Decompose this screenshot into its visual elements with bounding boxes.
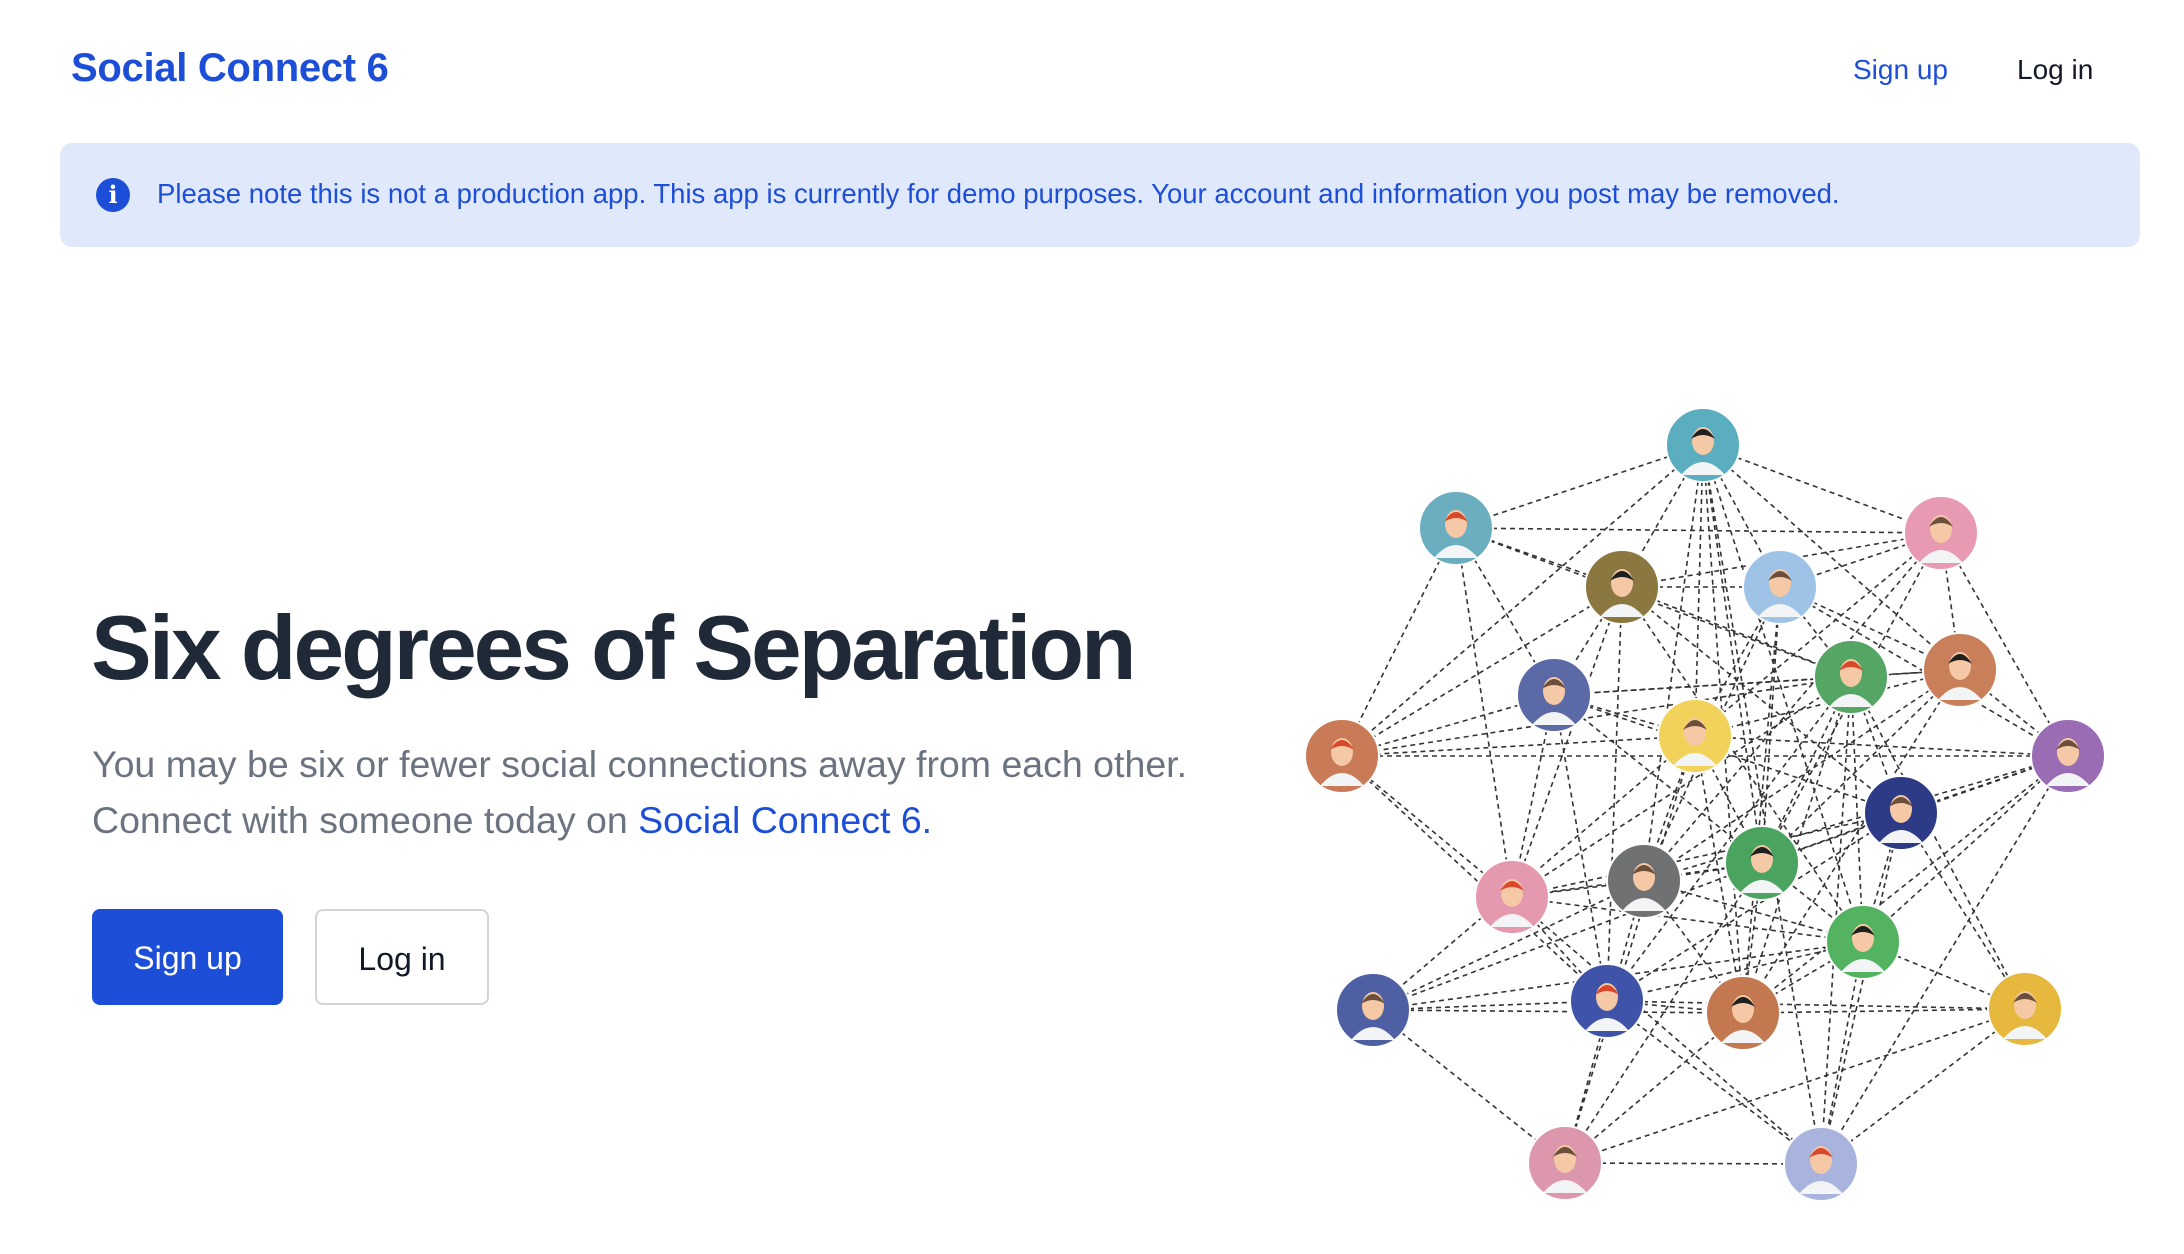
hero-description: You may be six or fewer social connectio… [92, 736, 1292, 848]
person-avatar-icon [1418, 490, 1494, 566]
person-avatar-icon [1922, 632, 1998, 708]
person-avatar-icon [1863, 775, 1939, 851]
connection-line [1820, 812, 1902, 1165]
connection-line [1564, 735, 1696, 1164]
person-avatar-icon [1584, 549, 1660, 625]
person-avatar-icon [1987, 971, 2063, 1047]
hero-line-1: You may be six or fewer social connectio… [92, 743, 1188, 785]
person-avatar-icon [1657, 698, 1733, 774]
person-avatar-icon [1742, 549, 1818, 625]
connection-line [1372, 1009, 1744, 1014]
person-avatar-icon [1783, 1126, 1859, 1202]
person-avatar-icon [1724, 825, 1800, 901]
person-avatar-icon [2030, 718, 2106, 794]
connection-line [1742, 1008, 2026, 1014]
alert-message: Please note this is not a production app… [157, 178, 1840, 209]
person-avatar-icon [1516, 657, 1592, 733]
connection-line [1455, 527, 1513, 898]
login-button[interactable]: Log in [315, 909, 489, 1005]
person-avatar-icon [1665, 407, 1741, 483]
person-avatar-icon [1606, 843, 1682, 919]
person-avatar-icon [1335, 972, 1411, 1048]
person-avatar-icon [1304, 718, 1380, 794]
connection-line [1553, 694, 1608, 1002]
connection-line [1341, 755, 1608, 1002]
signup-button[interactable]: Sign up [92, 909, 283, 1005]
connection-line [1606, 1000, 2026, 1010]
person-avatar-icon [1569, 963, 1645, 1039]
info-circle-icon: i [96, 178, 130, 212]
person-avatar-icon [1527, 1125, 1603, 1201]
nav-signup-link[interactable]: Sign up [1853, 54, 1948, 86]
people-network-illustration [1304, 407, 2106, 1202]
connection-line [1850, 676, 1864, 943]
person-avatar-icon [1474, 859, 1550, 935]
connection-line [1702, 444, 1822, 1165]
person-avatar-icon [1825, 904, 1901, 980]
navbar: Social Connect 6 Sign up Log in [0, 0, 2184, 140]
hero-title: Six degrees of Separation [91, 598, 1137, 699]
person-avatar-icon [1813, 639, 1889, 715]
connection-line [1820, 1008, 2026, 1165]
brand-logo[interactable]: Social Connect 6 [71, 46, 389, 91]
person-avatar-icon [1705, 975, 1781, 1051]
connection-line [1511, 586, 1623, 898]
connection-line [1702, 444, 1942, 534]
demo-notice-alert: i Please note this is not a production a… [60, 143, 2140, 247]
connection-line [1564, 1162, 1822, 1165]
connection-line [1643, 755, 2069, 882]
nav-login-link[interactable]: Log in [2017, 54, 2093, 86]
hero-brand-link[interactable]: Social Connect 6. [638, 799, 932, 841]
connection-line [1455, 444, 1704, 529]
connection-line [1511, 896, 1864, 943]
connection-line [1372, 862, 1763, 1011]
hero-line-2-prefix: Connect with someone today on [92, 799, 639, 841]
connection-line [1742, 586, 1781, 1014]
connection-line [1606, 586, 1623, 1002]
connection-line [1341, 527, 1457, 757]
connection-line [1694, 444, 1704, 737]
person-avatar-icon [1903, 495, 1979, 571]
connection-line [1455, 527, 1942, 534]
connection-line [1341, 735, 1696, 757]
